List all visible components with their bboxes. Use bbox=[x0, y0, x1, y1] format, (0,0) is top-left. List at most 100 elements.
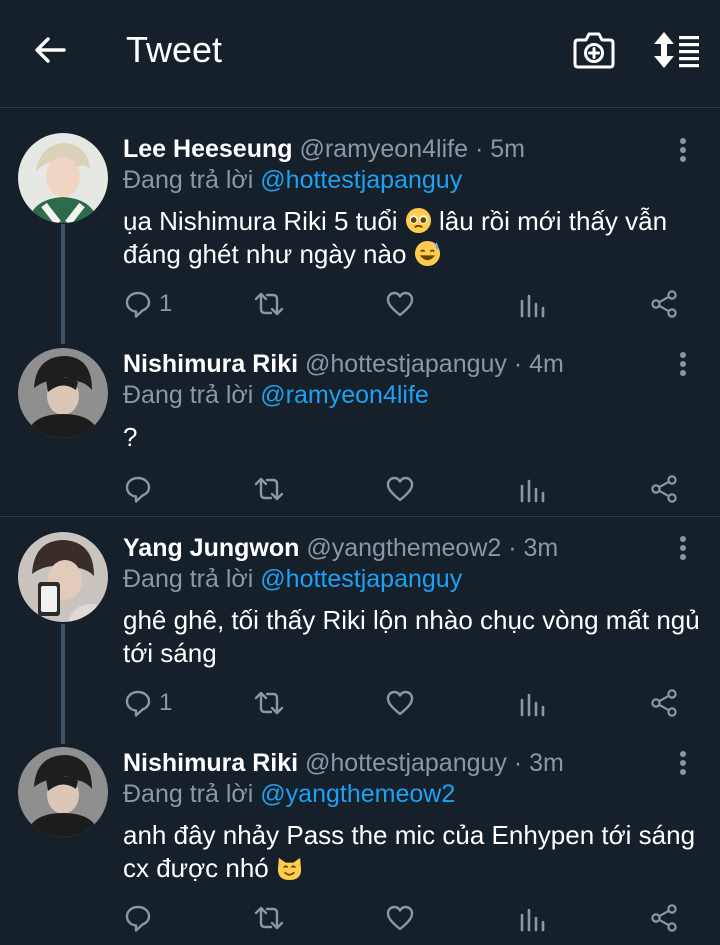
retweet-icon bbox=[254, 292, 284, 316]
comment-icon bbox=[125, 905, 151, 932]
timestamp: 3m bbox=[523, 534, 559, 562]
reply-button[interactable]: 1 bbox=[123, 688, 172, 718]
avatar[interactable] bbox=[18, 747, 108, 837]
replying-to: Đang trả lời @hottestjapanguy bbox=[123, 165, 462, 195]
reply-button[interactable]: 1 bbox=[123, 289, 172, 319]
tweet-text-part: anh đây nhảy Pass the mic của Enhypen tớ… bbox=[123, 820, 696, 883]
more-options-button[interactable] bbox=[670, 350, 696, 380]
thread-divider bbox=[0, 516, 720, 517]
tweet-text: anh đây nhảy Pass the mic của Enhypen tớ… bbox=[123, 819, 703, 885]
more-options-button[interactable] bbox=[670, 534, 696, 564]
comment-icon bbox=[125, 476, 151, 503]
heart-icon bbox=[386, 690, 414, 716]
heart-icon bbox=[386, 291, 414, 317]
author-handle[interactable]: @hottestjapanguy bbox=[305, 350, 507, 378]
reply-count: 1 bbox=[159, 689, 173, 716]
mention-link[interactable]: @hottestjapanguy bbox=[260, 166, 462, 194]
like-button[interactable] bbox=[385, 474, 415, 504]
more-options-button[interactable] bbox=[670, 749, 696, 779]
retweet-button[interactable] bbox=[253, 688, 285, 718]
replying-to-label: Đang trả lời bbox=[123, 780, 254, 808]
avatar[interactable] bbox=[18, 133, 108, 223]
timestamp: 5m bbox=[490, 135, 525, 163]
avatar[interactable] bbox=[18, 532, 108, 622]
replying-to: Đang trả lời @ramyeon4life bbox=[123, 380, 429, 410]
pleading-face-icon bbox=[405, 207, 431, 234]
like-button[interactable] bbox=[385, 289, 415, 319]
more-vertical-icon bbox=[680, 352, 686, 376]
sort-button[interactable] bbox=[651, 31, 701, 69]
replying-to-label: Đang trả lời bbox=[123, 565, 254, 593]
page-title: Tweet bbox=[126, 29, 223, 70]
timestamp: 4m bbox=[529, 350, 564, 378]
author-handle[interactable]: @ramyeon4life bbox=[299, 135, 468, 163]
timestamp: 3m bbox=[529, 749, 564, 777]
share-button[interactable] bbox=[649, 474, 679, 504]
author-handle[interactable]: @yangthemeow2 bbox=[306, 534, 501, 562]
tweet-text-part: ụa Nishimura Riki 5 tuổi bbox=[123, 206, 398, 236]
share-icon bbox=[651, 904, 677, 932]
camera-plus-icon bbox=[573, 32, 615, 69]
avatar[interactable] bbox=[18, 348, 108, 438]
back-button[interactable] bbox=[30, 30, 70, 70]
tweet-header: Lee Heeseung @ramyeon4life · 5m bbox=[123, 134, 525, 164]
analytics-button[interactable] bbox=[518, 688, 548, 718]
mention-link[interactable]: @hottestjapanguy bbox=[260, 565, 462, 593]
thread-connector bbox=[61, 224, 65, 344]
analytics-button[interactable] bbox=[518, 903, 548, 933]
smiling-cat-face-icon bbox=[277, 857, 302, 881]
more-options-button[interactable] bbox=[670, 136, 696, 166]
more-vertical-icon bbox=[680, 536, 686, 560]
mention-link[interactable]: @ramyeon4life bbox=[260, 381, 429, 409]
retweet-icon bbox=[254, 906, 284, 930]
retweet-icon bbox=[254, 477, 284, 501]
more-vertical-icon bbox=[680, 751, 686, 775]
heart-icon bbox=[386, 905, 414, 931]
tweet-header: Nishimura Riki @hottestjapanguy · 3m bbox=[123, 748, 564, 778]
share-button[interactable] bbox=[649, 903, 679, 933]
replying-to: Đang trả lời @hottestjapanguy bbox=[123, 564, 462, 594]
tweet-header: Yang Jungwon @yangthemeow2 · 3m bbox=[123, 533, 558, 563]
analytics-button[interactable] bbox=[518, 289, 548, 319]
sort-list-icon bbox=[654, 32, 699, 68]
author-name[interactable]: Nishimura Riki bbox=[123, 350, 298, 378]
reply-button[interactable] bbox=[123, 474, 159, 504]
author-handle[interactable]: @hottestjapanguy bbox=[305, 749, 507, 777]
tweet-text: ụa Nishimura Riki 5 tuổi lâu rồi mới thấ… bbox=[123, 205, 703, 271]
replying-to: Đang trả lời @yangthemeow2 bbox=[123, 779, 455, 809]
tweet-text: ghê ghê, tối thấy Riki lộn nhào chục vòn… bbox=[123, 605, 700, 668]
share-button[interactable] bbox=[649, 688, 679, 718]
top-app-bar: Tweet bbox=[0, 0, 720, 108]
retweet-button[interactable] bbox=[253, 903, 285, 933]
like-button[interactable] bbox=[385, 903, 415, 933]
separator-dot: · bbox=[513, 350, 523, 378]
separator-dot: · bbox=[474, 135, 484, 163]
tweet-header: Nishimura Riki @hottestjapanguy · 4m bbox=[123, 349, 564, 379]
retweet-button[interactable] bbox=[253, 289, 285, 319]
replying-to-label: Đang trả lời bbox=[123, 381, 254, 409]
author-name[interactable]: Yang Jungwon bbox=[123, 534, 299, 562]
analytics-icon bbox=[520, 294, 545, 318]
heart-icon bbox=[386, 476, 414, 502]
share-icon bbox=[651, 290, 677, 318]
mention-link[interactable]: @yangthemeow2 bbox=[260, 780, 455, 808]
arrow-left-icon bbox=[35, 37, 66, 63]
comment-icon bbox=[125, 690, 151, 717]
separator-dot: · bbox=[508, 534, 517, 562]
analytics-icon bbox=[520, 693, 545, 717]
author-name[interactable]: Lee Heeseung bbox=[123, 135, 293, 163]
retweet-icon bbox=[254, 691, 284, 715]
share-icon bbox=[651, 689, 677, 717]
like-button[interactable] bbox=[385, 688, 415, 718]
analytics-icon bbox=[520, 479, 545, 503]
camera-button[interactable] bbox=[572, 29, 616, 71]
thread-connector bbox=[61, 624, 65, 744]
more-vertical-icon bbox=[680, 138, 686, 162]
analytics-button[interactable] bbox=[518, 474, 548, 504]
comment-icon bbox=[125, 291, 151, 318]
reply-button[interactable] bbox=[123, 903, 159, 933]
share-button[interactable] bbox=[649, 289, 679, 319]
author-name[interactable]: Nishimura Riki bbox=[123, 749, 298, 777]
retweet-button[interactable] bbox=[253, 474, 285, 504]
share-icon bbox=[651, 475, 677, 503]
